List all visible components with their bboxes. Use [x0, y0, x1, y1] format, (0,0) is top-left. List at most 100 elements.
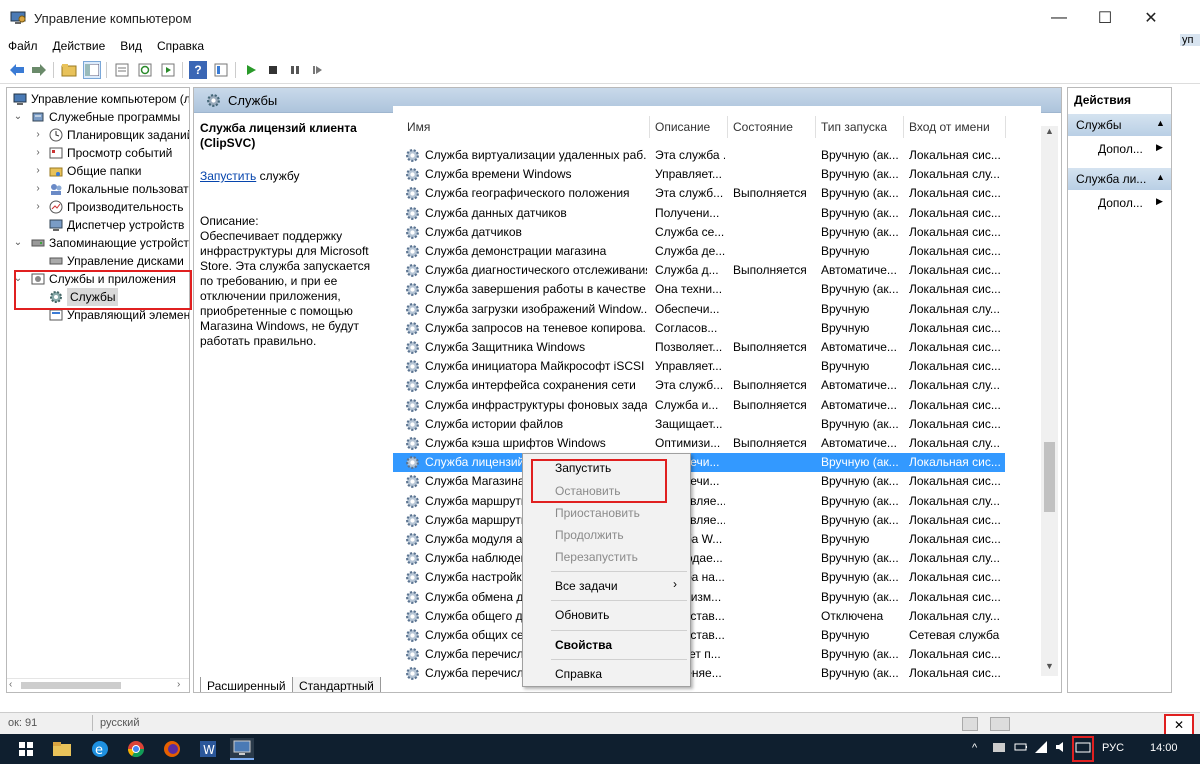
- column-header-description[interactable]: Описание: [655, 120, 710, 134]
- chevron-down-icon[interactable]: ⌄: [13, 234, 23, 252]
- tab-extended[interactable]: Расширенный: [200, 677, 293, 692]
- menu-item-properties[interactable]: Свойства: [555, 638, 612, 652]
- menu-item-help[interactable]: Справка: [555, 667, 602, 681]
- service-row[interactable]: Служба интерфейса сохранения сети Эта слу…: [393, 376, 1005, 395]
- menu-item-restart[interactable]: Перезапустить: [555, 550, 638, 564]
- service-row[interactable]: Служба демонстрации магазина Служба де...…: [393, 242, 1005, 261]
- scroll-thumb[interactable]: [21, 682, 121, 689]
- up-folder-icon[interactable]: [60, 61, 78, 79]
- export-icon[interactable]: [159, 61, 177, 79]
- service-row[interactable]: Служба маршрутизатора AllJoynНаправляе..…: [393, 492, 1005, 511]
- refresh-icon[interactable]: [136, 61, 154, 79]
- service-row[interactable]: Служба кэша шрифтов Windows Оптимизи... Вы…: [393, 434, 1005, 453]
- menu-item-all-tasks[interactable]: Все задачи: [555, 579, 618, 593]
- service-row[interactable]: Служба инициатора Майкрософт iSCSI Управл…: [393, 357, 1005, 376]
- monitor-tray-icon[interactable]: [1075, 742, 1091, 756]
- actions-section-service[interactable]: Служба ли... ▲: [1068, 168, 1171, 190]
- service-row[interactable]: Служба Защитника Windows Позволяет... Выпо…: [393, 338, 1005, 357]
- service-row[interactable]: Служба диагностического отслеживания Служ…: [393, 261, 1005, 280]
- service-row[interactable]: Служба датчиков Служба се... Вручную (ак..…: [393, 223, 1005, 242]
- network-icon[interactable]: [1034, 740, 1048, 754]
- stop-service-icon[interactable]: [264, 61, 282, 79]
- input-language[interactable]: РУС: [1102, 742, 1124, 754]
- menu-item-resume[interactable]: Продолжить: [555, 528, 624, 542]
- chevron-right-icon[interactable]: ›: [33, 144, 43, 162]
- service-row[interactable]: Служба данных датчиков Получени... Вручную…: [393, 204, 1005, 223]
- service-row[interactable]: Служба настройки сетиСлужба на...Вручную…: [393, 568, 1005, 587]
- tray-up-icon[interactable]: ^: [972, 742, 977, 754]
- battery-icon[interactable]: [1014, 740, 1028, 754]
- help-icon[interactable]: ?: [189, 61, 207, 79]
- actions-more-services[interactable]: Допол... ▶: [1098, 142, 1163, 156]
- console-icon[interactable]: [212, 61, 230, 79]
- folder-tray-icon[interactable]: [992, 740, 1006, 754]
- menu-help[interactable]: Справка: [150, 36, 211, 54]
- column-header-logon[interactable]: Вход от имени: [909, 120, 990, 134]
- service-row[interactable]: Служба лицензий клиента (ClipSVC)Обеспеч…: [393, 453, 1005, 473]
- firefox-icon[interactable]: [160, 738, 184, 760]
- maximize-button[interactable]: ☐: [1082, 0, 1128, 36]
- service-row[interactable]: Служба модуля архивации на уровне ...Слу…: [393, 530, 1005, 549]
- tab-standard[interactable]: Стандартный: [292, 677, 381, 692]
- file-explorer-icon[interactable]: [50, 738, 74, 760]
- chevron-right-icon[interactable]: ›: [33, 180, 43, 198]
- service-row[interactable]: Служба перечисления устройств чтен...Соз…: [393, 645, 1005, 664]
- show-tree-icon[interactable]: [83, 61, 101, 79]
- menu-file[interactable]: Файл: [1, 36, 45, 54]
- scroll-down-icon[interactable]: ▼: [1045, 661, 1054, 671]
- service-row[interactable]: Служба географического положения Эта служ…: [393, 184, 1005, 203]
- column-header-status[interactable]: Состояние: [733, 120, 793, 134]
- service-row[interactable]: Служба маршрутизатора SMS Microsoft ...Н…: [393, 511, 1005, 530]
- scroll-thumb[interactable]: [1044, 442, 1055, 512]
- service-row[interactable]: Служба Магазина Windows (WSService)Обесп…: [393, 472, 1005, 491]
- service-row[interactable]: Служба обмена данными (Hyper-V)Механизм.…: [393, 588, 1005, 607]
- forward-arrow-icon[interactable]: [30, 61, 48, 79]
- service-row[interactable]: Служба времени Windows Управляет... Вручну…: [393, 165, 1005, 184]
- chevron-down-icon[interactable]: ⌄: [13, 108, 23, 126]
- start-service-link[interactable]: Запустить: [200, 169, 256, 183]
- chevron-right-icon[interactable]: ›: [33, 162, 43, 180]
- minimize-button[interactable]: —: [1036, 0, 1082, 36]
- restart-service-icon[interactable]: [308, 61, 326, 79]
- collapse-up-icon[interactable]: ▲: [1156, 118, 1165, 128]
- service-row[interactable]: Служба завершения работы в качестве ... О…: [393, 280, 1005, 299]
- chevron-right-icon[interactable]: ›: [33, 126, 43, 144]
- computer-management-taskbar-icon[interactable]: [230, 738, 254, 760]
- back-arrow-icon[interactable]: [8, 61, 26, 79]
- scroll-up-icon[interactable]: ▲: [1045, 126, 1054, 136]
- service-row[interactable]: Служба общих сетевых ресурсов прои...Пре…: [393, 626, 1005, 645]
- column-header-startup[interactable]: Тип запуска: [821, 120, 887, 134]
- service-row[interactable]: Служба виртуализации удаленных раб... Эта…: [393, 146, 1005, 165]
- vertical-scrollbar[interactable]: ▲ ▼: [1041, 126, 1058, 676]
- collapse-up-icon[interactable]: ▲: [1156, 172, 1165, 182]
- close-button[interactable]: ✕: [1128, 0, 1174, 36]
- menu-item-refresh[interactable]: Обновить: [555, 608, 609, 622]
- horizontal-scrollbar[interactable]: ‹ ›: [7, 678, 189, 692]
- pause-service-icon[interactable]: [286, 61, 304, 79]
- close-icon[interactable]: ✕: [1166, 716, 1192, 734]
- menu-action[interactable]: Действие: [46, 36, 113, 54]
- start-button[interactable]: [14, 738, 38, 760]
- word-icon[interactable]: W: [196, 738, 220, 760]
- clock[interactable]: 14:00: [1150, 742, 1178, 754]
- scroll-right-icon[interactable]: ›: [177, 679, 180, 690]
- service-row[interactable]: Служба общего доступа к портам Net.TcpПр…: [393, 607, 1005, 626]
- service-row[interactable]: Служба загрузки изображений Window... Обе…: [393, 300, 1005, 319]
- service-row[interactable]: Служба запросов на теневое копирова... Со…: [393, 319, 1005, 338]
- actions-more-service[interactable]: Допол... ▶: [1098, 196, 1163, 210]
- column-header-name[interactable]: Имя: [407, 120, 430, 134]
- menu-item-pause[interactable]: Приостановить: [555, 506, 640, 520]
- menu-view[interactable]: Вид: [113, 36, 149, 54]
- properties-icon[interactable]: [113, 61, 131, 79]
- actions-section-services[interactable]: Службы ▲: [1068, 114, 1171, 136]
- service-row[interactable]: Служба истории файлов Защищает... Вручную …: [393, 415, 1005, 434]
- chevron-right-icon[interactable]: ›: [33, 198, 43, 216]
- start-service-icon[interactable]: [242, 61, 260, 79]
- notification-close-box[interactable]: ✕: [1164, 714, 1194, 736]
- scroll-left-icon[interactable]: ‹: [9, 679, 12, 690]
- edge-browser-icon[interactable]: e: [88, 738, 112, 760]
- chrome-icon[interactable]: [124, 738, 148, 760]
- service-row[interactable]: Служба инфраструктуры фоновых задач Служб…: [393, 396, 1005, 415]
- service-row[interactable]: Служба наблюдения за датчикамиНаблюдае..…: [393, 549, 1005, 568]
- volume-icon[interactable]: [1054, 740, 1068, 754]
